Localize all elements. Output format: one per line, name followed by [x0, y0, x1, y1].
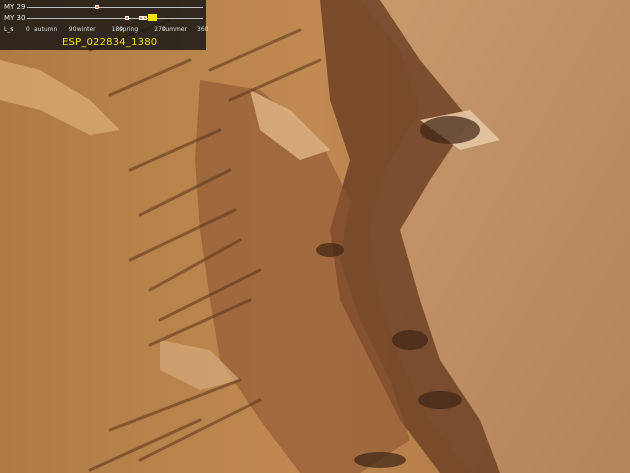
my29-observation-marker	[95, 5, 100, 9]
season-label: spring	[119, 26, 139, 33]
terrain-photo	[0, 0, 630, 473]
my29-label: MY 29	[4, 3, 26, 11]
ls-tick-label: 360	[197, 26, 209, 33]
my29-track	[27, 7, 203, 8]
my30-observation-marker	[143, 16, 148, 20]
my30-label: MY 30	[4, 14, 26, 22]
my30-track	[27, 18, 203, 19]
current-observation-marker	[148, 14, 158, 21]
season-label: autumn	[34, 26, 58, 33]
season-label: winter	[76, 26, 96, 33]
ls-label: L_s	[4, 26, 14, 33]
my30-observation-marker	[125, 16, 130, 20]
season-label: summer	[162, 26, 188, 33]
ls-tick-label: 0	[26, 26, 30, 33]
mars-slope-image: MY 29 MY 30 L_s 0 autumn 90 winter 180 spring…	[0, 0, 630, 473]
ls-tick-label: 90	[68, 26, 77, 33]
my30-observation-marker	[138, 16, 143, 20]
image-id: ESP_022834_1380	[62, 37, 158, 48]
season-timeline-overlay: MY 29 MY 30 L_s 0 autumn 90 winter 180 spring…	[0, 0, 209, 50]
